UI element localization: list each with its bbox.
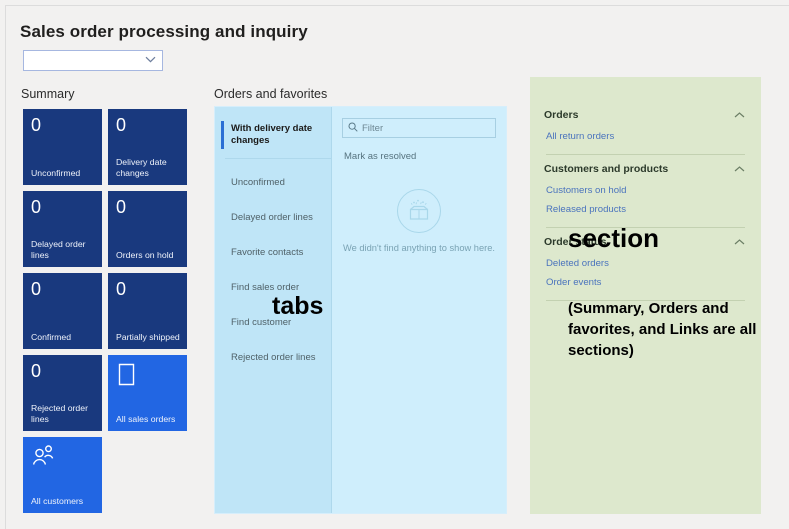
search-icon [348, 122, 358, 134]
tile-partially-shipped[interactable]: 0 Partially shipped [108, 273, 187, 349]
tile-label: Unconfirmed [31, 167, 81, 178]
company-select[interactable] [23, 50, 163, 71]
empty-state-message: We didn't find anything to show here. [343, 243, 495, 253]
tile-label: Delayed order lines [31, 239, 86, 260]
tile-row: 0 Confirmed 0 Partially shipped [23, 273, 199, 349]
link-deleted-orders[interactable]: Deleted orders [544, 254, 747, 273]
tile-label: All sales orders [116, 413, 176, 424]
tile-confirmed[interactable]: 0 Confirmed [23, 273, 102, 349]
links-section: Orders All return orders Customers and p… [530, 77, 761, 514]
chevron-up-icon[interactable] [734, 165, 745, 174]
links-group-title: Orders [544, 109, 579, 121]
app-canvas: Sales order processing and inquiry Summa… [5, 5, 789, 529]
section-heading-orders: Orders and favorites [214, 87, 328, 101]
tile-value: 0 [31, 115, 42, 135]
annotation-note: (Summary, Orders and favorites, and Link… [568, 300, 757, 359]
annotation-tabs: tabs [272, 292, 324, 320]
filter-input[interactable]: Filter [342, 118, 496, 138]
tile-all-sales-orders[interactable]: All sales orders [108, 355, 187, 431]
filter-placeholder: Filter [362, 122, 384, 134]
chevron-up-icon[interactable] [734, 111, 745, 120]
link-customers-on-hold[interactable]: Customers on hold [544, 181, 747, 200]
tile-label: All customers [31, 495, 84, 506]
annotation-section: section [568, 223, 660, 253]
tile-label: Orders on hold [116, 249, 174, 260]
tile-value: 0 [31, 197, 42, 217]
tab-unconfirmed[interactable]: Unconfirmed [215, 172, 331, 194]
links-group-title: Customers and products [544, 163, 669, 175]
links-group-header[interactable]: Customers and products [544, 157, 747, 181]
tile-row: 0 Unconfirmed 0 Delivery date changes [23, 109, 199, 185]
tile-unconfirmed[interactable]: 0 Unconfirmed [23, 109, 102, 185]
links-group-header[interactable]: Orders [544, 103, 747, 127]
tab-separator [225, 158, 331, 159]
tile-label: Confirmed [31, 331, 72, 342]
link-all-return-orders[interactable]: All return orders [544, 127, 747, 146]
tile-label: Delivery date changes [116, 157, 167, 178]
document-icon [117, 363, 180, 386]
tile-value: 0 [116, 279, 127, 299]
tab-favorite-contacts[interactable]: Favorite contacts [215, 242, 331, 264]
tile-row: 0 Rejected order lines All sales orders [23, 355, 199, 431]
chevron-down-icon [145, 56, 156, 65]
tile-orders-on-hold[interactable]: 0 Orders on hold [108, 191, 187, 267]
tab-panel: Filter Mark as resolved We didn't find a… [332, 107, 506, 513]
summary-section: 0 Unconfirmed 0 Delivery date changes 0 … [23, 109, 199, 519]
tile-label: Partially shipped [116, 331, 180, 342]
tile-label: Rejected order lines [31, 403, 88, 424]
tile-value: 0 [31, 279, 42, 299]
page-title: Sales order processing and inquiry [20, 22, 308, 41]
empty-state: We didn't find anything to show here. [332, 189, 506, 253]
tile-all-customers[interactable]: All customers [23, 437, 102, 513]
orders-and-favorites-section: With delivery date changes Unconfirmed D… [214, 106, 507, 514]
tile-delayed-order-lines[interactable]: 0 Delayed order lines [23, 191, 102, 267]
section-heading-summary: Summary [21, 87, 75, 101]
tile-delivery-date-changes[interactable]: 0 Delivery date changes [108, 109, 187, 185]
tile-row: All customers [23, 437, 199, 513]
tile-value: 0 [31, 361, 42, 381]
tab-delayed-order-lines[interactable]: Delayed order lines [215, 207, 331, 229]
tile-value: 0 [116, 115, 127, 135]
links-group-customers-and-products: Customers and products Customers on hold… [544, 157, 747, 228]
mark-as-resolved-button[interactable]: Mark as resolved [344, 151, 496, 162]
tile-value: 0 [116, 197, 127, 217]
tab-with-delivery-date-changes[interactable]: With delivery date changes [215, 118, 331, 152]
tile-rejected-order-lines[interactable]: 0 Rejected order lines [23, 355, 102, 431]
links-divider [546, 154, 745, 155]
links-group-orders: Orders All return orders [544, 103, 747, 155]
link-order-events[interactable]: Order events [544, 273, 747, 292]
tab-rejected-order-lines[interactable]: Rejected order lines [215, 347, 331, 369]
link-released-products[interactable]: Released products [544, 200, 747, 219]
people-icon [32, 445, 95, 467]
chevron-up-icon[interactable] [734, 238, 745, 247]
tile-row: 0 Delayed order lines 0 Orders on hold [23, 191, 199, 267]
empty-box-icon [397, 189, 441, 233]
